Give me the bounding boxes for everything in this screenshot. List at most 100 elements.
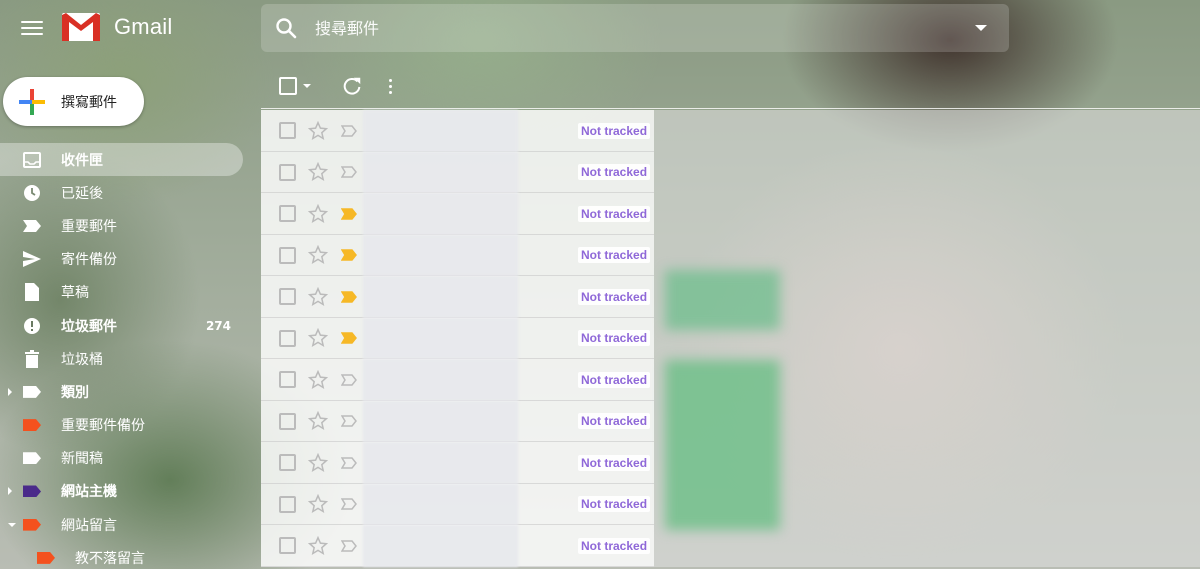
importance-marker-icon[interactable] [341,208,357,220]
blurred-subject [654,110,1200,152]
star-icon[interactable] [308,245,328,265]
blurred-sender [363,442,518,484]
blurred-content [665,360,780,530]
row-checkbox[interactable] [279,537,296,555]
blurred-subject [654,151,1200,193]
importance-marker-icon[interactable] [341,498,357,510]
sidebar-item[interactable]: 寄件備份 [0,243,250,276]
search-input[interactable] [315,18,975,38]
row-checkbox[interactable] [279,205,296,223]
menu-bar [21,27,43,29]
importance-marker-icon[interactable] [341,291,357,303]
row-checkbox[interactable] [279,329,296,347]
search-options-dropdown-icon[interactable] [975,25,987,31]
sidebar-item[interactable]: 教不落留言 [0,541,250,569]
star-icon[interactable] [308,369,328,390]
message-row[interactable]: Not tracked [261,525,1200,567]
star-icon[interactable] [308,120,328,141]
row-checkbox[interactable] [279,163,296,181]
more-options-icon[interactable] [389,78,392,94]
list-toolbar [261,68,392,104]
inbox-icon [23,151,41,169]
search-bar [261,4,1009,52]
label-icon [23,416,41,434]
sidebar-item-label: 教不落留言 [75,550,145,567]
star-icon[interactable] [308,494,328,514]
refresh-icon[interactable] [341,75,363,97]
tracking-status: Not tracked [578,454,651,471]
blurred-sender [363,151,518,193]
sidebar-item[interactable]: 網站主機 [0,475,250,508]
tracking-status: Not tracked [578,330,651,347]
sidebar-item[interactable]: 草稿 [0,276,250,309]
row-checkbox[interactable] [279,288,296,306]
message-row[interactable]: Not tracked [261,193,1200,235]
sidebar-item[interactable]: 已延後 [0,176,250,209]
chevron-right-icon[interactable] [8,387,12,396]
chevron-right-icon[interactable] [8,487,12,496]
sidebar-item[interactable]: 網站留言 [0,508,250,541]
blurred-sender [363,400,518,442]
star-icon[interactable] [308,452,328,473]
sidebar-item[interactable]: 重要郵件 [0,209,250,242]
row-checkbox[interactable] [279,246,296,264]
row-checkbox[interactable] [279,122,296,140]
sidebar-item[interactable]: 垃圾桶 [0,342,250,375]
blurred-sender [363,317,518,359]
sidebar-item[interactable]: 類別 [0,375,250,408]
blurred-subject [654,525,1200,567]
sidebar-item[interactable]: 收件匣 [0,143,243,177]
select-all-checkbox[interactable] [279,77,297,95]
gmail-logo[interactable]: Gmail [62,13,172,41]
star-icon[interactable] [308,203,328,224]
star-icon[interactable] [308,286,328,307]
tracking-status: Not tracked [578,413,651,430]
message-row[interactable]: Not tracked [261,110,1200,152]
gmail-m-icon [62,13,100,41]
star-icon[interactable] [308,411,328,431]
dot [389,84,392,88]
label-icon [23,516,41,534]
importance-marker-icon[interactable] [341,166,357,178]
importance-marker-icon[interactable] [341,415,357,427]
star-icon[interactable] [308,162,328,182]
row-checkbox[interactable] [279,412,296,430]
unread-count: 274 [205,318,231,333]
row-checkbox[interactable] [279,495,296,513]
sidebar-item-label: 已延後 [61,185,103,202]
star-icon[interactable] [308,535,328,556]
dot [389,90,392,94]
sidebar-item-label: 垃圾桶 [61,351,103,368]
clock-icon [23,184,41,202]
importance-marker-icon[interactable] [341,457,357,469]
importance-marker-icon[interactable] [341,332,357,344]
label-icon [37,549,55,567]
importance-marker-icon[interactable] [341,125,357,137]
importance-marker-icon[interactable] [341,374,357,386]
tracking-status: Not tracked [578,164,651,181]
sidebar-item-label: 重要郵件備份 [61,418,145,435]
row-checkbox[interactable] [279,454,296,472]
tracking-status: Not tracked [578,205,651,222]
main-menu-button[interactable] [18,14,46,42]
message-row[interactable]: Not tracked [261,151,1200,193]
blurred-sender [363,110,518,152]
sidebar-item[interactable]: 重要郵件備份 [0,409,250,442]
sidebar-item-label: 網站主機 [61,484,117,501]
search-icon[interactable] [274,16,298,40]
importance-marker-icon[interactable] [341,249,357,261]
sidebar-nav: 收件匣已延後重要郵件寄件備份草稿 垃圾郵件 274 垃圾桶類別重要郵件備份新聞稿網站主… [0,143,250,569]
sidebar-item[interactable]: 垃圾郵件 274 [0,309,250,342]
sidebar-item-label: 收件匣 [61,152,103,169]
select-options-chevron-down-icon[interactable] [303,84,311,88]
sidebar-item[interactable]: 新聞稿 [0,442,250,475]
trash-icon [23,349,41,368]
importance-marker-icon[interactable] [341,540,357,552]
sidebar-item-label: 類別 [61,384,89,401]
star-icon[interactable] [308,328,328,348]
sidebar-item-label: 寄件備份 [61,252,117,269]
compose-button[interactable]: 撰寫郵件 [3,77,144,126]
label-icon [23,383,41,401]
row-checkbox[interactable] [279,371,296,389]
chevron-down-icon[interactable] [8,522,16,527]
